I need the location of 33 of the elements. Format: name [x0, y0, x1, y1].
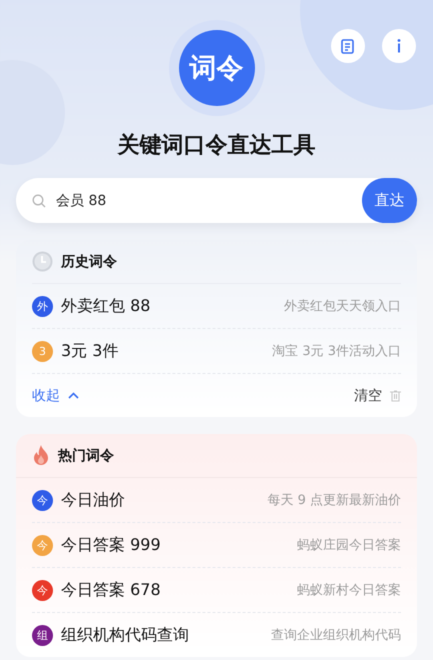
item-badge: 组 [32, 624, 53, 646]
keyword-name[interactable]: 外卖红包 88 [61, 296, 276, 316]
keyword-description: 蚂蚁庄园今日答案 [297, 537, 401, 554]
search-field[interactable]: 会员 88 直达 [16, 178, 417, 223]
keyword-description: 淘宝 3元 3件活动入口 [272, 343, 401, 360]
chevron-up-icon [68, 392, 79, 399]
item-badge: 今 [32, 534, 53, 556]
keyword-name[interactable]: 今日油价 [61, 490, 260, 510]
app-logo: 词令 [178, 30, 254, 106]
keyword-description: 查询企业组织机构代码 [271, 627, 401, 644]
item-badge: 今 [32, 490, 53, 510]
item-badge: 外 [32, 296, 53, 316]
info-icon [397, 39, 401, 53]
clock-icon [32, 251, 53, 272]
document-icon [341, 38, 355, 54]
keyword-name[interactable]: 组织机构代码查询 [61, 624, 263, 646]
search-icon [32, 194, 46, 208]
go-button[interactable]: 直达 [362, 178, 417, 223]
keyword-name[interactable]: 今日答案 999 [61, 534, 289, 556]
keyword-description: 每天 9 点更新最新油价 [267, 492, 401, 509]
keyword-name[interactable]: 今日答案 678 [61, 580, 289, 600]
section-title: 历史词令 [61, 252, 117, 270]
clear-button[interactable]: 清空 [354, 386, 401, 404]
collapse-link[interactable]: 收起 [32, 386, 79, 404]
trash-icon [390, 390, 401, 402]
keyword-description: 蚂蚁新村今日答案 [297, 582, 401, 599]
page-title: 关键词口令直达工具 [118, 132, 316, 160]
keyword-description: 外卖红包天天领入口 [284, 298, 401, 315]
item-badge: 今 [32, 580, 53, 600]
section-title: 热门词令 [58, 446, 114, 464]
item-badge: 3 [32, 340, 53, 362]
flame-icon [32, 445, 50, 466]
keyword-name[interactable]: 3元 3件 [61, 340, 264, 362]
